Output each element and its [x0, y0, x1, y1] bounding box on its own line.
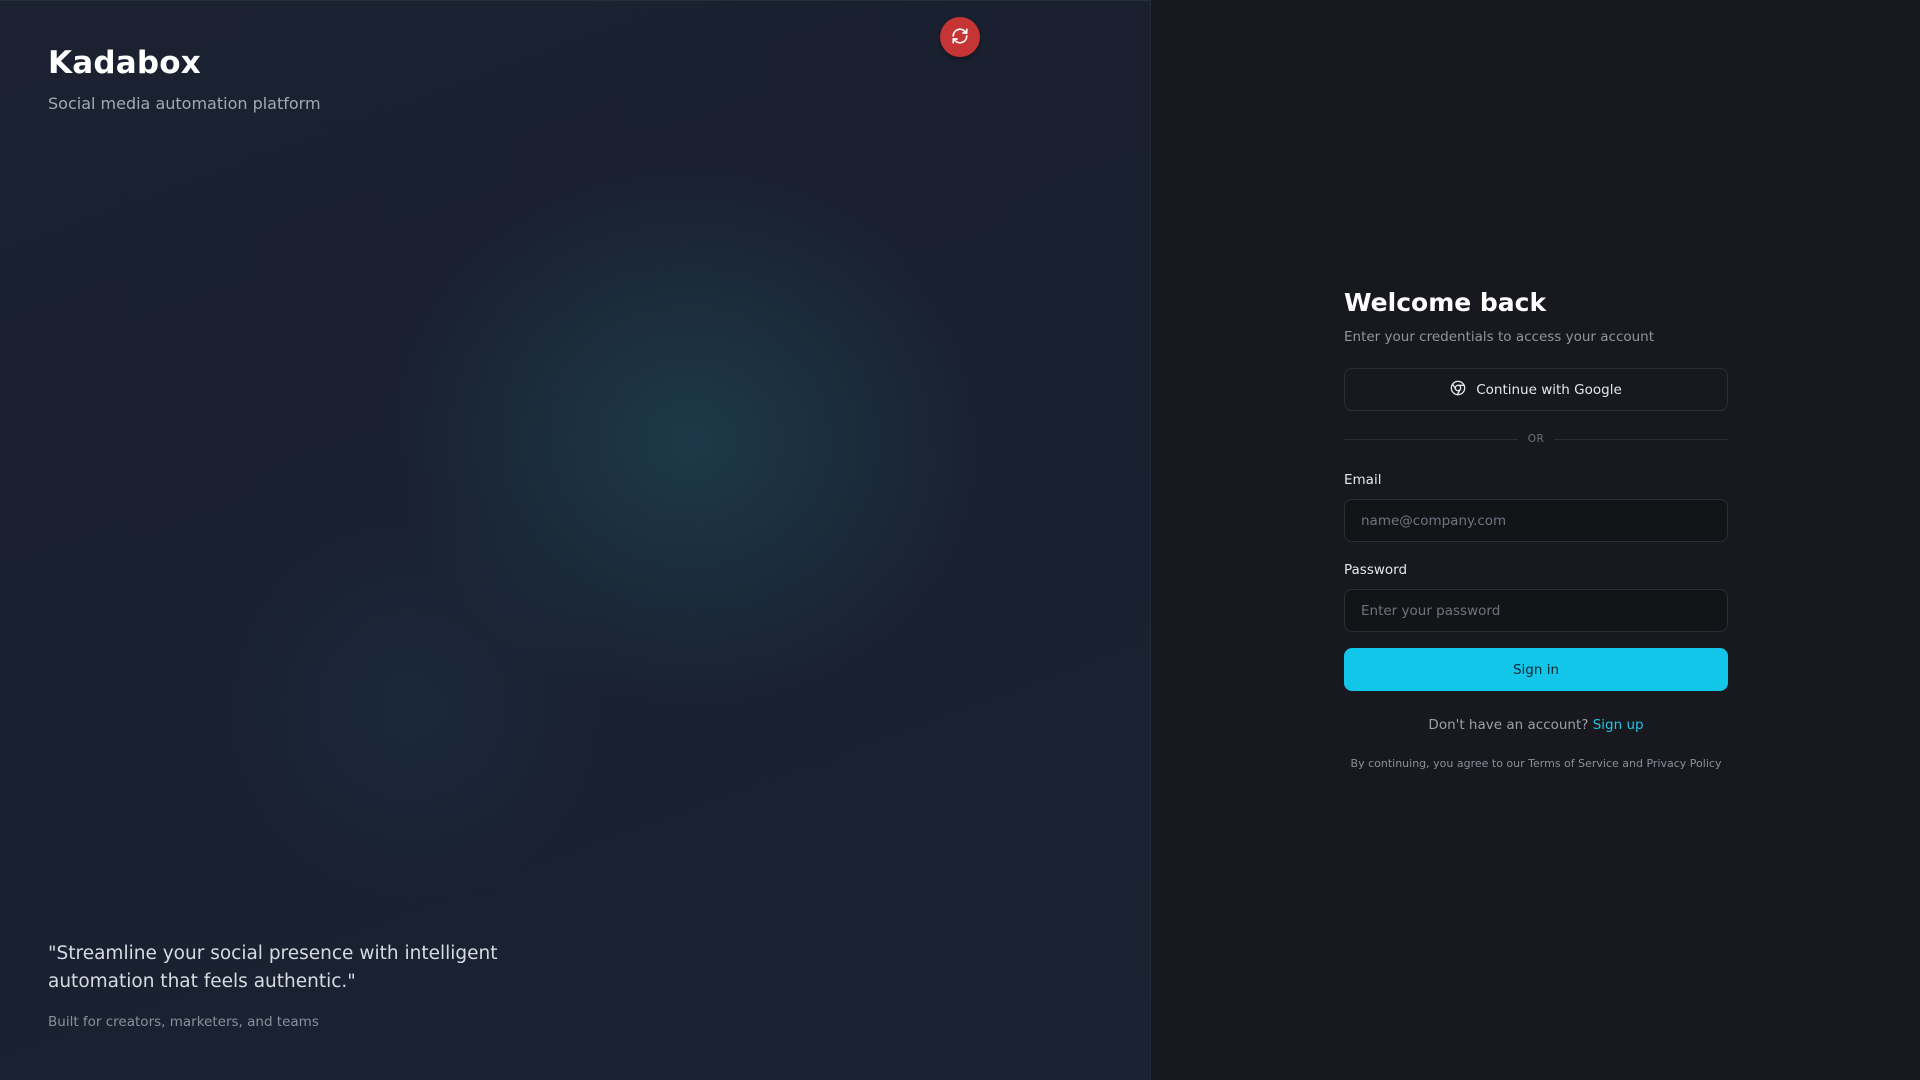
refresh-icon — [951, 27, 969, 48]
brand-tagline: Social media automation platform — [48, 94, 321, 113]
divider-line-right — [1554, 438, 1728, 440]
login-panel: Welcome back Enter your credentials to a… — [1151, 0, 1920, 1080]
refresh-button[interactable] — [940, 17, 980, 57]
brand-title: Kadabox — [48, 45, 201, 81]
login-card: Welcome back Enter your credentials to a… — [1344, 286, 1728, 770]
google-signin-label: Continue with Google — [1476, 381, 1622, 398]
email-field[interactable] — [1344, 499, 1728, 542]
sign-in-button[interactable]: Sign in — [1344, 648, 1728, 691]
google-icon — [1450, 380, 1466, 400]
login-page: Kadabox Social media automation platform… — [0, 0, 1920, 1080]
password-field[interactable] — [1344, 589, 1728, 632]
welcome-heading: Welcome back — [1344, 288, 1547, 317]
google-signin-button[interactable]: Continue with Google — [1344, 368, 1728, 411]
brand-quote-subtitle: Built for creators, marketers, and teams — [48, 1014, 319, 1030]
brand-panel: Kadabox Social media automation platform… — [0, 0, 1151, 1080]
divider-line-left — [1344, 438, 1518, 440]
or-divider: OR — [1344, 433, 1728, 445]
signup-prompt: Don't have an account? — [1428, 717, 1593, 733]
sign-up-link[interactable]: Sign up — [1593, 717, 1644, 733]
terms-notice: By continuing, you agree to our Terms of… — [1350, 757, 1722, 770]
password-label: Password — [1344, 562, 1408, 578]
signup-row: Don't have an account? Sign up — [1344, 717, 1728, 733]
email-label: Email — [1344, 472, 1382, 488]
welcome-subheading: Enter your credentials to access your ac… — [1344, 329, 1655, 345]
divider-text: OR — [1527, 433, 1545, 445]
brand-quote: "Streamline your social presence with in… — [48, 943, 498, 992]
